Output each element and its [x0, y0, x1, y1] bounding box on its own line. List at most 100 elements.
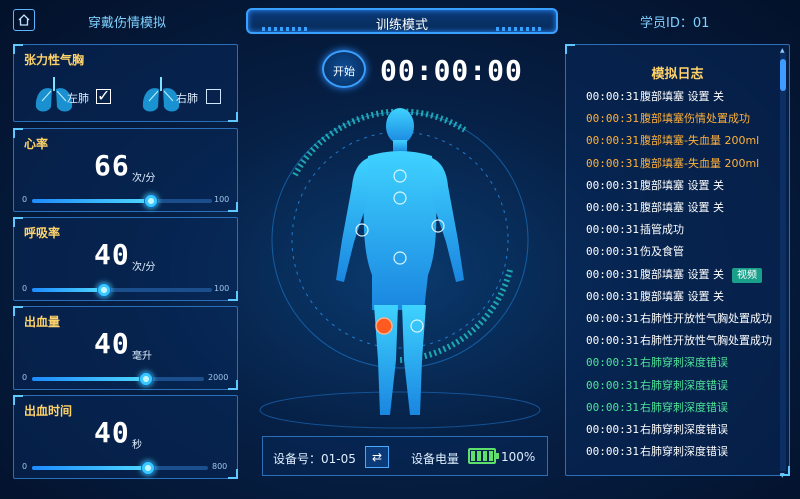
- respiration-max: 100: [214, 284, 230, 293]
- wound-marker[interactable]: [375, 317, 393, 335]
- respiration-value: 40: [94, 238, 130, 271]
- bleed-time-max: 800: [212, 462, 228, 471]
- log-time: 00:00:31: [586, 245, 639, 259]
- student-id: 学员ID：01: [640, 16, 710, 31]
- log-entry: 00:00:31插管成功: [586, 221, 684, 237]
- battery-icon: [468, 448, 499, 464]
- log-message: 插管成功: [640, 223, 684, 237]
- home-icon: [18, 14, 30, 26]
- log-time: 00:00:31: [586, 112, 639, 126]
- log-message: 右肺穿刺深度错误: [640, 400, 728, 414]
- log-entry: 00:00:31右肺穿刺深度错误: [586, 443, 728, 459]
- bleeding-slider[interactable]: [32, 372, 204, 386]
- log-time: 00:00:31: [586, 267, 639, 281]
- battery-label: 设备电量: [411, 452, 460, 466]
- heart-rate-title: 心率: [24, 137, 49, 151]
- log-title: 模拟日志: [651, 67, 704, 82]
- banner-decoration-left: [262, 27, 308, 31]
- log-entry: 00:00:31右肺性开放性气胸处置成功: [586, 310, 772, 326]
- bleed-time-value: 40: [94, 416, 130, 449]
- heart-rate-min: 0: [22, 195, 28, 204]
- bleed-time-min: 0: [22, 462, 28, 471]
- bleeding-slider-thumb[interactable]: [138, 372, 153, 386]
- bleeding-min: 0: [22, 373, 28, 382]
- log-time: 00:00:31: [586, 134, 639, 148]
- log-message: 腹部填塞 设置 关: [640, 90, 724, 103]
- log-entry: 00:00:31右肺穿刺深度错误: [586, 377, 728, 393]
- log-message: 腹部填塞伤情处置成功: [640, 112, 750, 126]
- log-scrollbar-thumb[interactable]: [780, 59, 786, 91]
- log-time: 00:00:31: [586, 378, 639, 392]
- home-button[interactable]: [13, 9, 35, 31]
- body-visualization: [259, 108, 541, 429]
- right-lung-checkbox[interactable]: [206, 89, 221, 104]
- bleeding-value: 40: [94, 327, 130, 360]
- log-message: 腹部填塞 设置 关: [640, 201, 724, 214]
- swap-icon: ⇄: [371, 450, 383, 464]
- bleed-time-slider-fill: [32, 466, 149, 470]
- bleeding-panel: 出血量 40 毫升 0 2000: [13, 306, 238, 390]
- respiration-slider[interactable]: [32, 283, 212, 297]
- log-message: 右肺穿刺深度错误: [640, 423, 728, 436]
- right-lung-label: 右肺: [176, 92, 198, 105]
- start-button[interactable]: 开始: [322, 50, 366, 88]
- app-title: 穿戴伤情模拟: [88, 16, 167, 31]
- log-message: 腹部填塞-失血量 200ml: [640, 134, 760, 148]
- log-entry: 00:00:31腹部填塞 设置 关: [586, 177, 724, 193]
- log-message: 伤及食管: [640, 245, 684, 259]
- heart-rate-slider-fill: [32, 199, 151, 203]
- heart-rate-max: 100: [214, 195, 230, 204]
- pneumothorax-title: 张力性气胸: [24, 53, 85, 67]
- heart-rate-panel: 心率 66 次/分 0 100: [13, 128, 238, 212]
- log-entry: 00:00:31腹部填塞-失血量 200ml: [586, 155, 759, 171]
- scroll-down-icon[interactable]: ▼: [780, 472, 785, 479]
- log-message: 右肺穿刺深度错误: [640, 356, 728, 370]
- device-number: 设备号：01-05: [273, 452, 356, 466]
- heart-rate-value: 66: [94, 149, 130, 182]
- swap-device-button[interactable]: ⇄: [365, 446, 389, 468]
- left-lung-checkbox[interactable]: [96, 86, 111, 105]
- human-body: [336, 108, 464, 415]
- bleeding-slider-fill: [32, 377, 146, 381]
- log-entry: 00:00:31右肺性开放性气胸处置成功: [586, 332, 772, 348]
- video-button[interactable]: 视频: [732, 267, 762, 283]
- respiration-panel: 呼吸率 40 次/分 0 100: [13, 217, 238, 301]
- log-time: 00:00:31: [586, 156, 639, 170]
- left-lung-label: 左肺: [67, 92, 89, 105]
- log-entry: 00:00:31伤及食管: [586, 243, 684, 259]
- log-entry: 00:00:31腹部填塞伤情处置成功: [586, 110, 750, 126]
- bleeding-unit: 毫升: [132, 351, 152, 362]
- log-message: 腹部填塞 设置 关: [640, 289, 724, 303]
- bleed-time-unit: 秒: [132, 440, 142, 451]
- log-message: 右肺性开放性气胸处置成功: [640, 334, 772, 348]
- log-time: 00:00:31: [586, 445, 639, 459]
- log-time: 00:00:31: [586, 289, 639, 303]
- pneumothorax-panel: 张力性气胸 左肺 右肺: [13, 44, 238, 122]
- bleed-time-panel: 出血时间 40 秒 0 800: [13, 395, 238, 479]
- log-message: 腹部填塞 设置 关: [640, 178, 724, 192]
- respiration-slider-thumb[interactable]: [97, 283, 111, 297]
- log-entry: 00:00:31右肺穿刺深度错误: [586, 354, 728, 370]
- log-time: 00:00:31: [586, 223, 639, 237]
- log-time: 00:00:31: [586, 423, 639, 436]
- log-message: 右肺性开放性气胸处置成功: [640, 312, 772, 325]
- heart-rate-slider[interactable]: [32, 194, 212, 208]
- log-time: 00:00:31: [586, 356, 639, 370]
- log-entry: 00:00:31腹部填塞 设置 关: [586, 88, 724, 104]
- bleed-time-slider-thumb[interactable]: [141, 461, 156, 475]
- bleeding-max: 2000: [208, 373, 229, 382]
- start-label: 开始: [333, 65, 355, 78]
- bleeding-title: 出血量: [24, 315, 61, 329]
- heart-rate-unit: 次/分: [132, 173, 156, 184]
- respiration-unit: 次/分: [132, 262, 156, 273]
- log-panel: 模拟日志 00:00:31腹部填塞 设置 关 00:00:31腹部填塞伤情处置成功…: [565, 44, 790, 479]
- heart-rate-slider-thumb[interactable]: [143, 194, 158, 208]
- log-message: 腹部填塞 设置 关: [640, 267, 724, 281]
- bleed-time-title: 出血时间: [24, 404, 73, 418]
- log-entry: 00:00:31右肺穿刺深度错误: [586, 399, 728, 415]
- log-time: 00:00:31: [586, 312, 639, 325]
- log-entry: 00:00:31腹部填塞 设置 关: [586, 199, 724, 215]
- scroll-up-icon[interactable]: ▲: [780, 47, 785, 54]
- bleed-time-slider[interactable]: [32, 461, 208, 475]
- log-scrollbar[interactable]: ▲ ▼: [780, 47, 786, 479]
